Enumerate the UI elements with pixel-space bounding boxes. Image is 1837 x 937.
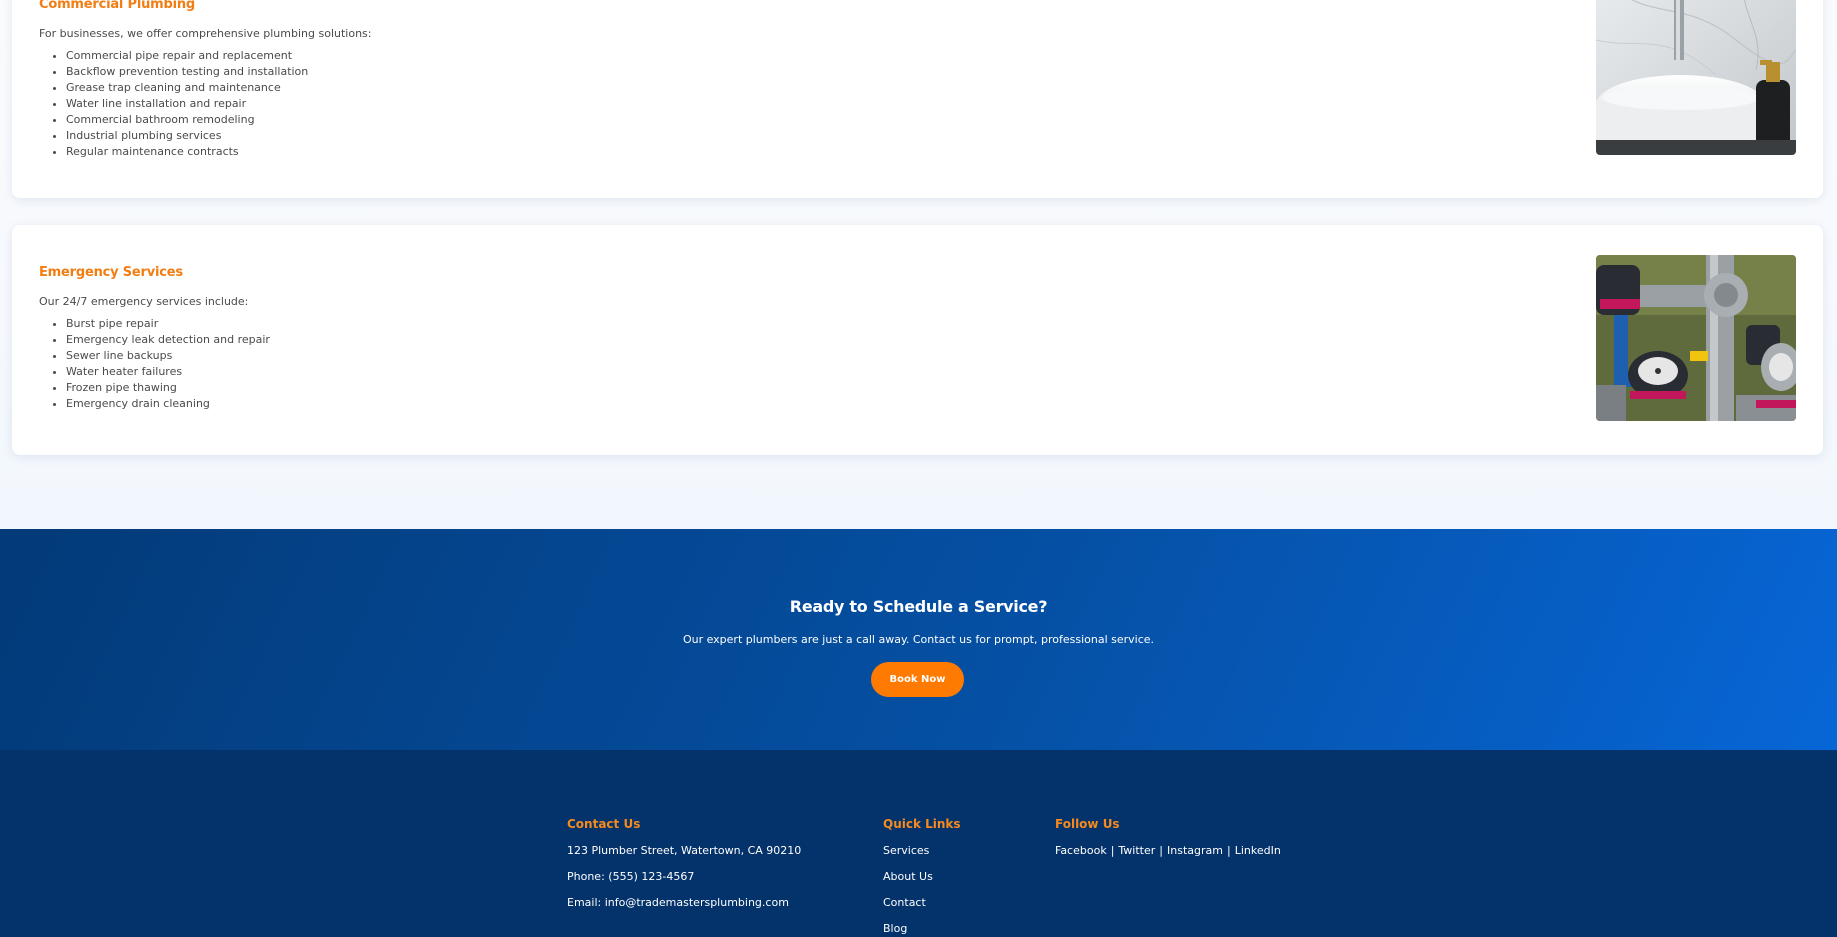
service-intro: Our 24/7 emergency services include: [39,295,249,308]
list-item: Sewer line backups [66,348,1539,364]
footer-follow-column: Follow Us Facebook | Twitter | Instagram | Lin… [1055,816,1281,858]
footer-quick-links-column: Quick Links Services About Us Contact Bl… [883,816,961,937]
service-list: Burst pipe repair Emergency leak detecti… [39,316,1539,412]
water-meters-illustration [1596,255,1796,421]
list-item: Backflow prevention testing and installa… [66,64,1539,80]
list-item: Water line installation and repair [66,96,1539,112]
list-item: Burst pipe repair [66,316,1539,332]
service-intro: For businesses, we offer comprehensive p… [39,27,372,40]
service-card-body: Emergency Services Our 24/7 emergency se… [39,264,1539,412]
book-now-button[interactable]: Book Now [871,662,964,697]
service-card-commercial: Commercial Plumbing For businesses, we o… [12,0,1823,198]
list-item: Emergency drain cleaning [66,396,1539,412]
list-item: Commercial pipe repair and replacement [66,48,1539,64]
footer-link-contact[interactable]: Contact [883,896,961,910]
list-item: Industrial plumbing services [66,128,1539,144]
cta-title: Ready to Schedule a Service? [789,597,1048,616]
footer-email: Email: info@trademastersplumbing.com [567,896,789,909]
footer-heading-quick-links: Quick Links [883,817,961,831]
service-title: Commercial Plumbing [39,0,196,12]
separator: | [1110,844,1115,857]
list-item: Water heater failures [66,364,1539,380]
footer-link-about-us[interactable]: About Us [883,870,961,884]
separator: | [1226,844,1231,857]
linkedin-link[interactable]: LinkedIn [1235,844,1281,857]
footer-link-services[interactable]: Services [883,844,961,858]
footer-link-blog[interactable]: Blog [883,922,961,936]
footer-phone: Phone: (555) 123-4567 [567,870,695,883]
schedule-cta-section: Ready to Schedule a Service? Our expert … [0,529,1837,750]
service-title: Emergency Services [39,265,183,280]
cta-text: Our expert plumbers are just a call away… [682,633,1155,646]
facebook-link[interactable]: Facebook [1055,844,1107,857]
footer-contact-column: Contact Us 123 Plumber Street, Watertown… [567,816,801,922]
bathroom-sink-illustration [1596,0,1796,155]
list-item: Emergency leak detection and repair [66,332,1539,348]
list-item: Frozen pipe thawing [66,380,1539,396]
list-item: Regular maintenance contracts [66,144,1539,160]
service-card-emergency: Emergency Services Our 24/7 emergency se… [12,225,1823,455]
list-item: Commercial bathroom remodeling [66,112,1539,128]
services-section: Commercial Plumbing For businesses, we o… [0,0,1837,529]
service-card-body: Commercial Plumbing For businesses, we o… [39,0,1539,160]
social-links: Facebook | Twitter | Instagram | LinkedIn [1055,844,1281,858]
twitter-link[interactable]: Twitter [1118,844,1155,857]
instagram-link[interactable]: Instagram [1167,844,1223,857]
footer-address: 123 Plumber Street, Watertown, CA 90210 [567,844,802,857]
separator: | [1159,844,1163,857]
footer-heading-follow: Follow Us [1055,817,1120,831]
water-meters-image [1596,255,1796,421]
list-item: Grease trap cleaning and maintenance [66,80,1539,96]
bathroom-sink-image [1596,0,1796,155]
site-footer: Contact Us 123 Plumber Street, Watertown… [0,750,1837,937]
service-list: Commercial pipe repair and replacement B… [39,48,1539,160]
footer-heading-contact: Contact Us [567,817,641,831]
